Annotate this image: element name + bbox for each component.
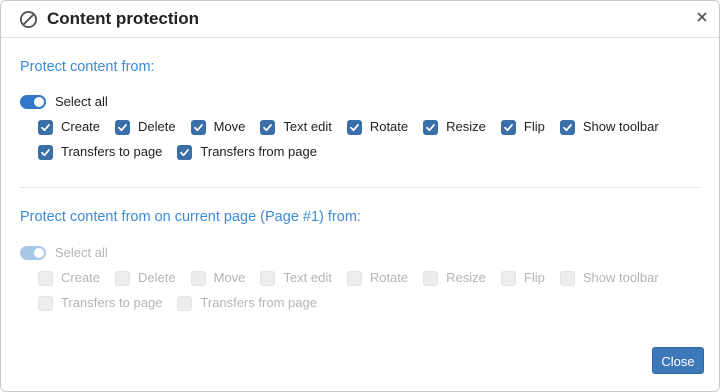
section-divider xyxy=(20,187,701,188)
checkbox-text-edit[interactable] xyxy=(260,270,276,286)
checkbox-checked-move[interactable] xyxy=(190,119,206,135)
checkbox-create[interactable] xyxy=(38,270,53,286)
checkbox-transfers-from-page[interactable] xyxy=(177,295,193,311)
check-icon xyxy=(426,123,435,131)
close-icon[interactable] xyxy=(695,10,709,24)
checkbox-checked-transfers-to-page[interactable] xyxy=(38,144,53,160)
checkbox-show-toolbar[interactable] xyxy=(559,270,575,286)
select-all-toggle-page[interactable] xyxy=(20,246,46,260)
dialog-header: Content protection xyxy=(1,1,719,38)
checkbox-delete[interactable] xyxy=(115,270,131,286)
select-all-toggle[interactable] xyxy=(20,95,46,109)
ban-icon xyxy=(19,10,38,29)
checkbox-row: Transfers to page Transfers from page xyxy=(38,294,332,312)
checkbox-checked-create[interactable] xyxy=(38,119,53,135)
checkbox-checked-flip[interactable] xyxy=(500,119,516,135)
select-all-label: Select all xyxy=(55,94,108,109)
check-icon xyxy=(349,123,359,131)
checkbox-checked-delete[interactable] xyxy=(115,119,131,135)
checkbox-checked-rotate[interactable] xyxy=(346,119,362,135)
checkbox-label-text-edit: Text edit xyxy=(283,270,332,285)
checkbox-label-flip: Flip xyxy=(523,119,545,134)
checkbox-checked-show-toolbar[interactable] xyxy=(559,119,575,135)
checkbox-label-move: Move xyxy=(213,270,246,285)
content-protection-dialog: Content protection Protect content from:… xyxy=(0,0,720,392)
checkbox-label-create: Create xyxy=(61,119,101,134)
checkbox-label-move: Move xyxy=(213,119,246,134)
check-icon xyxy=(41,148,50,156)
check-icon xyxy=(504,123,513,131)
checkbox-label-rotate: Rotate xyxy=(369,270,409,285)
section-title-global: Protect content from: xyxy=(20,59,155,75)
section-title-current-page: Protect content from on current page (Pa… xyxy=(20,209,361,225)
select-all-toggle-row-page: Select all xyxy=(20,245,108,261)
check-icon xyxy=(263,123,273,131)
checkbox-label-delete: Delete xyxy=(138,270,176,285)
checkbox-transfers-to-page[interactable] xyxy=(38,295,53,311)
checkbox-checked-text-edit[interactable] xyxy=(260,119,276,135)
checkbox-label-resize: Resize xyxy=(446,119,486,134)
select-all-label-page: Select all xyxy=(55,245,108,260)
checkbox-label-flip: Flip xyxy=(523,270,545,285)
checkbox-label-transfers-from-page: Transfers from page xyxy=(200,295,317,310)
checkbox-resize[interactable] xyxy=(423,270,439,286)
checkbox-label-transfers-from-page: Transfers from page xyxy=(200,144,317,159)
checkbox-flip[interactable] xyxy=(500,270,516,286)
checkbox-move[interactable] xyxy=(190,270,206,286)
checkbox-label-transfers-to-page: Transfers to page xyxy=(61,144,163,159)
dialog-title: Content protection xyxy=(47,9,200,28)
checkbox-label-delete: Delete xyxy=(138,119,176,134)
checkbox-label-resize: Resize xyxy=(446,270,486,285)
select-all-toggle-row: Select all xyxy=(20,94,108,110)
checkbox-label-create: Create xyxy=(61,270,101,285)
checkbox-rotate[interactable] xyxy=(346,270,362,286)
checkbox-row: Transfers to page Transfers from page xyxy=(38,143,332,161)
checkbox-label-show-toolbar: Show toolbar xyxy=(582,270,659,285)
checkbox-row: Create Delete Move Text edit Rotate Resize Fli… xyxy=(38,269,674,287)
checkbox-checked-transfers-from-page[interactable] xyxy=(177,144,193,160)
check-icon xyxy=(180,148,190,156)
close-button[interactable]: Close xyxy=(652,347,704,374)
checkbox-checked-resize[interactable] xyxy=(423,119,439,135)
check-icon xyxy=(193,123,203,131)
checkbox-label-text-edit: Text edit xyxy=(283,119,332,134)
checkbox-label-transfers-to-page: Transfers to page xyxy=(61,295,163,310)
check-icon xyxy=(562,123,572,131)
check-icon xyxy=(118,123,127,131)
checkbox-label-show-toolbar: Show toolbar xyxy=(582,119,659,134)
check-icon xyxy=(41,123,50,131)
checkbox-label-rotate: Rotate xyxy=(369,119,409,134)
checkbox-row: Create Delete Move Text edit Rotate Resize Fli… xyxy=(38,118,674,136)
